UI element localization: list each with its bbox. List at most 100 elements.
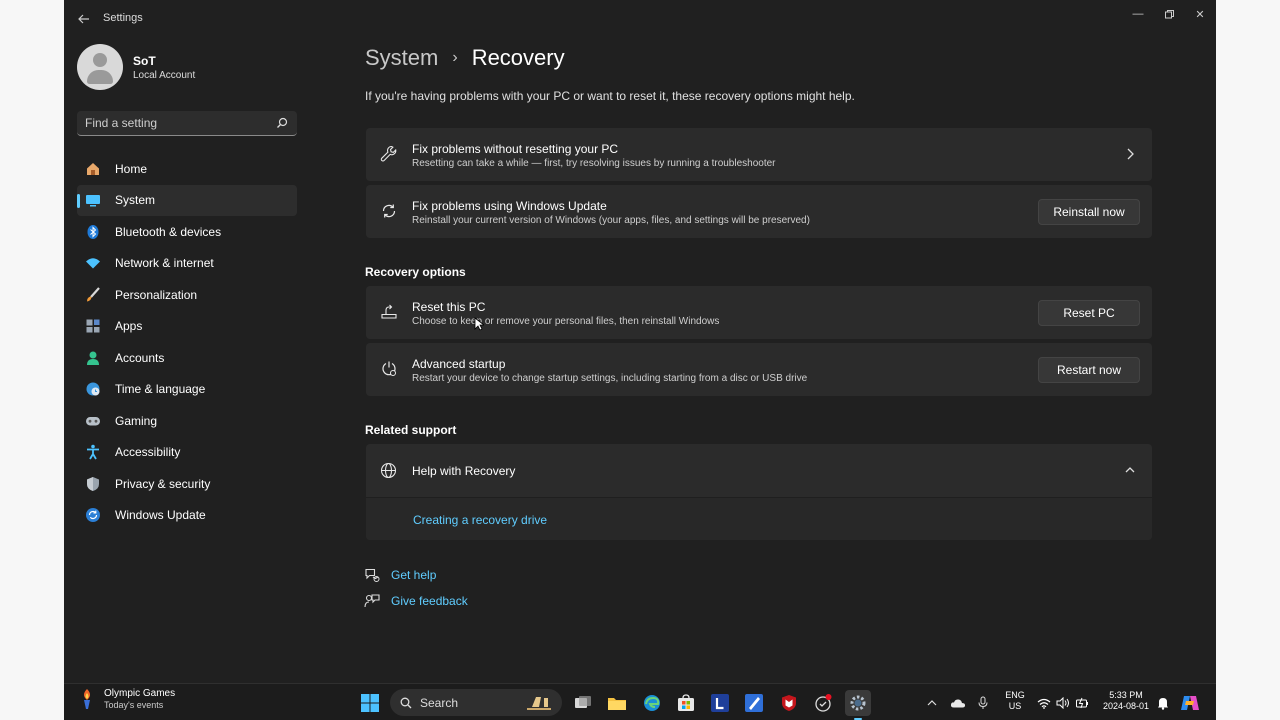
drawing-app-button[interactable] [741,690,767,716]
speaker-icon [1056,697,1069,709]
sidebar-item-gaming[interactable]: Gaming [77,405,297,437]
close-button[interactable]: ✕ [1184,4,1216,24]
profile-name: SoT [133,53,156,68]
edge-browser-button[interactable] [639,690,665,716]
search-input[interactable] [85,116,265,130]
globe-clock-icon [84,380,102,398]
reinstall-now-button[interactable]: Reinstall now [1038,199,1140,225]
wrench-icon [380,145,397,162]
language-code: ENG [1005,690,1025,700]
sidebar-item-label: Apps [115,319,143,334]
battery-charging-icon [1076,697,1088,709]
avatar [77,44,123,90]
fix-windows-update-card: Fix problems using Windows Update Reinst… [366,185,1152,238]
cloud-icon [950,699,966,708]
sidebar-item-bluetooth[interactable]: Bluetooth & devices [77,216,297,248]
sidebar-item-home[interactable]: Home [77,153,297,185]
folder-icon [608,698,626,710]
update-icon [84,506,102,524]
start-button[interactable] [357,690,383,716]
back-button[interactable] [74,10,94,28]
breadcrumb: System › Recovery [365,45,565,71]
app-title: Settings [103,12,143,24]
reset-pc-card: Reset this PC Choose to keep or remove y… [366,286,1152,339]
copilot-icon [1181,696,1199,710]
recovery-options-heading: Recovery options [365,265,466,279]
microphone-button[interactable] [974,690,992,716]
sidebar-item-privacy[interactable]: Privacy & security [77,468,297,500]
file-explorer-button[interactable] [604,690,630,716]
give-feedback-row[interactable]: Give feedback [364,593,468,609]
reset-pc-icon [381,304,397,319]
recovery-drive-link[interactable]: Creating a recovery drive [413,513,547,527]
breadcrumb-parent[interactable]: System [365,45,438,71]
wifi-status[interactable] [1034,690,1054,716]
bell-icon [1158,698,1168,710]
page-intro: If you're having problems with your PC o… [365,89,855,103]
expander-title: Help with Recovery [412,464,516,478]
copilot-button[interactable] [1177,690,1203,716]
taskbar-search[interactable]: Search [390,689,562,716]
minimize-button[interactable]: — [1122,4,1154,24]
reset-pc-button[interactable]: Reset PC [1038,300,1140,326]
restart-now-button[interactable]: Restart now [1038,357,1140,383]
mcafee-shield-icon [782,695,796,711]
snipping-tool-button[interactable] [810,690,836,716]
sidebar-nav: Home System Bluetooth & devices Network … [77,153,297,531]
sidebar-item-system[interactable]: System [77,184,297,216]
store-button[interactable] [673,690,699,716]
torch-icon [84,689,90,709]
sidebar-item-label: Time & language [115,382,206,397]
task-view-button[interactable] [570,690,596,716]
settings-search[interactable] [77,111,297,136]
sidebar-item-apps[interactable]: Apps [77,311,297,343]
settings-taskbar-button[interactable] [845,690,871,720]
input-language[interactable]: ENG US [1002,690,1028,712]
mcafee-button[interactable] [776,690,802,716]
expander-header[interactable]: Help with Recovery [366,444,1152,497]
sidebar-item-personalization[interactable]: Personalization [77,279,297,311]
windows-logo-icon [361,694,379,712]
widgets-button[interactable]: Olympic Games Today's events [78,688,175,710]
notifications-button[interactable] [1154,690,1172,716]
clock[interactable]: 5:33 PM 2024-08-01 [1098,690,1154,712]
volume-status[interactable] [1053,690,1073,716]
get-help-row[interactable]: Get help [364,567,436,583]
chevron-up-icon[interactable] [1124,464,1136,476]
advanced-startup-icon [382,361,396,376]
sidebar-item-time-language[interactable]: Time & language [77,374,297,406]
accessibility-icon [84,443,102,461]
chevron-right-icon [1127,148,1134,160]
search-icon[interactable] [276,117,288,129]
sidebar-item-accessibility[interactable]: Accessibility [77,437,297,469]
card-title: Reset this PC [412,300,486,314]
fix-without-reset-card[interactable]: Fix problems without resetting your PC R… [366,128,1152,181]
microphone-icon [978,696,988,709]
sidebar-item-label: Accounts [115,350,165,365]
feedback-icon [364,594,380,608]
get-help-link[interactable]: Get help [391,568,436,582]
give-feedback-link[interactable]: Give feedback [391,594,468,608]
sidebar-item-label: Windows Update [115,508,206,523]
sidebar-item-label: Network & internet [115,256,214,271]
sidebar-item-windows-update[interactable]: Windows Update [77,500,297,532]
onedrive-button[interactable] [948,690,968,716]
clock-time: 5:33 PM [1109,690,1143,700]
battery-status[interactable] [1072,690,1092,716]
sidebar-item-network[interactable]: Network & internet [77,248,297,280]
maximize-button[interactable] [1153,4,1185,24]
show-hidden-icons-button[interactable] [924,690,940,716]
sidebar-item-accounts[interactable]: Accounts [77,342,297,374]
l-app-button[interactable] [707,690,733,716]
sidebar-item-label: Privacy & security [115,476,211,491]
user-profile[interactable]: SoT Local Account [77,44,195,90]
globe-icon [380,462,397,479]
taskbar-search-label: Search [420,695,459,710]
settings-window: Settings — ✕ SoT Local Account Home Syst… [64,0,1216,720]
wifi-icon [1037,698,1051,709]
widget-subtitle: Today's events [104,700,164,710]
system-icon [84,191,102,209]
sidebar-item-label: Accessibility [115,445,181,460]
card-title: Fix problems using Windows Update [412,199,607,213]
card-subtitle: Resetting can take a while — first, try … [412,158,776,169]
